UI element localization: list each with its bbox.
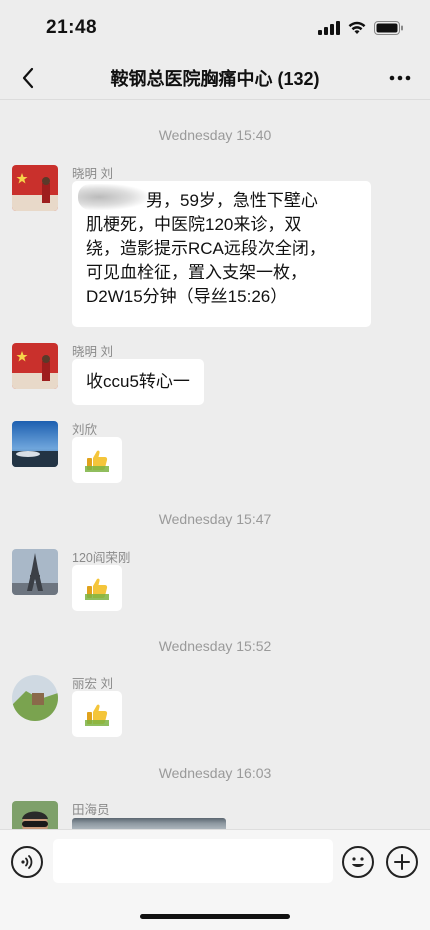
more-dots-icon bbox=[389, 75, 411, 81]
back-button[interactable] bbox=[14, 64, 42, 92]
thumbs-up-icon bbox=[85, 578, 109, 600]
wifi-icon bbox=[348, 21, 366, 34]
plus-icon bbox=[394, 854, 410, 870]
sender-name: 田海员 bbox=[72, 803, 110, 817]
message-text: 收ccu5转心一 bbox=[86, 372, 190, 391]
status-time: 21:48 bbox=[46, 17, 98, 38]
sender-name: 晓明 刘 bbox=[72, 345, 113, 359]
sender-name: 丽宏 刘 bbox=[72, 677, 113, 691]
status-icons bbox=[318, 21, 404, 35]
status-bar: 21:48 bbox=[0, 0, 430, 56]
emoji-button[interactable] bbox=[342, 846, 374, 878]
avatar[interactable] bbox=[12, 549, 58, 595]
message-bubble[interactable] bbox=[72, 437, 122, 483]
avatar[interactable] bbox=[12, 801, 58, 831]
sender-name: 晓明 刘 bbox=[72, 167, 113, 181]
message-bubble[interactable] bbox=[72, 565, 122, 611]
plus-button[interactable] bbox=[386, 846, 418, 878]
blurred-name bbox=[78, 184, 148, 210]
battery-icon bbox=[374, 21, 403, 35]
timestamp: Wednesday 15:47 bbox=[158, 511, 272, 527]
message-bubble[interactable]: 收ccu5转心一 bbox=[72, 359, 204, 405]
thumbs-up-icon bbox=[85, 450, 109, 472]
avatar[interactable] bbox=[12, 343, 58, 389]
message-bubble[interactable] bbox=[72, 691, 122, 737]
timestamp: Wednesday 16:03 bbox=[158, 765, 272, 781]
chat-title: 鞍钢总医院胸痛中心 (132) bbox=[110, 68, 320, 89]
input-bar bbox=[0, 829, 430, 930]
signal-icon bbox=[318, 21, 340, 35]
chat-area[interactable]: Wednesday 15:40 晓明 刘 男，59岁，急性下壁心 肌梗死，中医院… bbox=[0, 101, 430, 831]
nav-bar: 鞍钢总医院胸痛中心 (132) bbox=[0, 56, 430, 100]
voice-icon bbox=[21, 855, 33, 869]
sender-name: 120阎荣刚 bbox=[72, 551, 131, 565]
avatar[interactable] bbox=[12, 675, 58, 721]
message-bubble[interactable]: 男，59岁，急性下壁心 肌梗死，中医院120来诊，双 绕，造影提示RCA远段次全… bbox=[72, 181, 371, 327]
message-text: 男，59岁，急性下壁心 肌梗死，中医院120来诊，双 绕，造影提示RCA远段次全… bbox=[86, 191, 326, 306]
avatar[interactable] bbox=[12, 421, 58, 467]
timestamp: Wednesday 15:52 bbox=[158, 638, 272, 654]
home-indicator bbox=[140, 914, 290, 919]
more-button[interactable] bbox=[386, 64, 414, 92]
voice-button[interactable] bbox=[11, 846, 43, 878]
timestamp: Wednesday 15:40 bbox=[158, 127, 272, 143]
emoji-icon bbox=[352, 857, 364, 867]
chevron-left-icon bbox=[22, 67, 34, 89]
message-input[interactable] bbox=[53, 839, 333, 883]
thumbs-up-icon bbox=[85, 704, 109, 726]
sender-name: 刘欣 bbox=[72, 423, 98, 437]
